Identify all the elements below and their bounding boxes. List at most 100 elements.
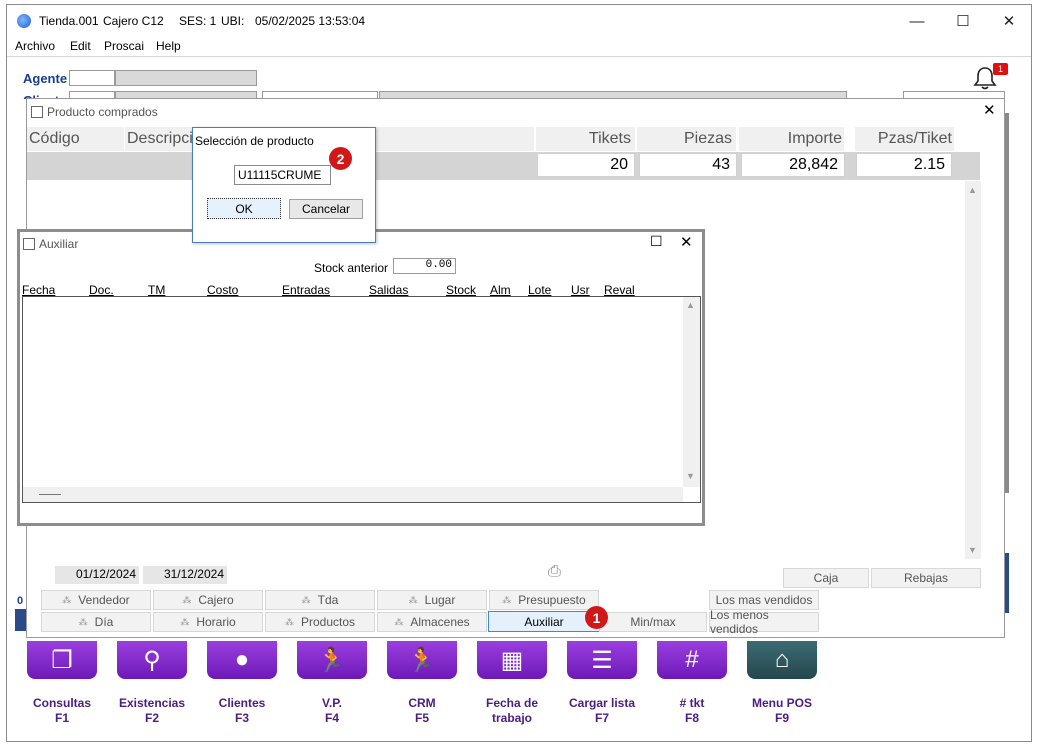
menu-archivo[interactable]: Archivo (15, 39, 55, 53)
minimize-button[interactable]: — (895, 9, 939, 33)
productos-close-button[interactable]: ✕ (983, 101, 996, 119)
stock-anterior-value: 0.00 (393, 258, 456, 274)
scroll-down-icon[interactable]: ▼ (686, 471, 695, 481)
col-header-piezas[interactable]: Piezas (637, 127, 737, 151)
cargar-lista-button[interactable]: ☰ (567, 641, 637, 679)
tab-los-menos-vendidos-label: Los menos vendidos (710, 608, 769, 636)
close-icon: ✕ (1002, 13, 1016, 30)
tab-rebajas-label: Rebajas (903, 571, 949, 585)
location-label: UBI: (221, 14, 245, 28)
tab-rebajas[interactable]: Rebajas (871, 568, 981, 588)
aux-col-alm[interactable]: Alm (490, 283, 511, 297)
tab-dia[interactable]: ⁂ Día (41, 612, 151, 632)
clientes-icon: ● (234, 646, 250, 673)
date-from-field[interactable]: 01/12/2024 (55, 566, 139, 584)
auxiliar-hscrollbar[interactable] (23, 487, 683, 502)
existencias-label: Existencias F2 (107, 696, 197, 726)
aux-col-fecha[interactable]: Fecha (22, 283, 55, 297)
existencias-button[interactable]: ⚲ (117, 641, 187, 679)
auxiliar-scrollbar[interactable]: ▲ ▼ (683, 297, 700, 487)
vp-key: F4 (324, 711, 339, 725)
vp-button[interactable]: 🏃 (297, 641, 367, 679)
hscroll-thumb[interactable] (39, 494, 61, 495)
tab-vendedor[interactable]: ⁂ Vendedor (41, 590, 151, 610)
scroll-up-icon[interactable]: ▲ (686, 300, 695, 310)
col-header-codigo[interactable]: Código (27, 127, 125, 151)
consultas-key: F1 (54, 711, 69, 725)
print-icon[interactable]: ⎙ (548, 563, 561, 581)
tab-caja-label: Caja (813, 571, 839, 585)
tkt-button[interactable]: # (657, 641, 727, 679)
agent-code-field[interactable] (69, 70, 115, 86)
aux-col-entradas[interactable]: Entradas (282, 283, 330, 297)
tab-almacenes[interactable]: ⁂ Almacenes (377, 612, 487, 632)
col-header-pzas-tiket[interactable]: Pzas/Tiket (855, 127, 955, 151)
menu-help[interactable]: Help (156, 39, 181, 53)
tab-presupuesto[interactable]: ⁂ Presupuesto (489, 590, 599, 610)
cargar-lista-label: Cargar lista F7 (557, 696, 647, 726)
aux-col-tm[interactable]: TM (148, 283, 165, 297)
tab-icon: ⁂ (408, 594, 418, 605)
cancel-button[interactable]: Cancelar (289, 199, 363, 219)
menu-edit[interactable]: Edit (70, 39, 91, 53)
col-header-tikets[interactable]: Tikets (536, 127, 636, 151)
tab-caja[interactable]: Caja (783, 568, 869, 588)
aux-col-usr[interactable]: Usr (571, 283, 590, 297)
tab-los-mas-vendidos[interactable]: Los mas vendidos (709, 590, 819, 610)
tab-min-max-label: Min/max (630, 615, 676, 629)
menu-pos-key: F9 (774, 711, 789, 725)
tab-auxiliar[interactable]: Auxiliar (488, 611, 600, 632)
home-icon: ⌂ (774, 646, 790, 673)
clientes-button[interactable]: ● (207, 641, 277, 679)
crm-button[interactable]: 🏃 (387, 641, 457, 679)
tab-almacenes-label: Almacenes (410, 615, 470, 629)
notification-badge: 1 (993, 63, 1008, 75)
aux-col-costo[interactable]: Costo (207, 283, 238, 297)
scroll-down-icon[interactable]: ▼ (968, 545, 977, 555)
tab-icon: ⁂ (394, 616, 403, 627)
total-piezas: 43 (639, 153, 737, 177)
aux-col-reval[interactable]: Reval (604, 283, 635, 297)
close-button[interactable]: ✕ (987, 9, 1031, 33)
product-code-input[interactable]: U11115CRUME (234, 165, 331, 185)
seleccion-producto-dialog: Selección de producto U11115CRUME OK Can… (192, 127, 376, 243)
ok-button[interactable]: OK (207, 198, 281, 219)
crm-label: CRM F5 (377, 696, 467, 726)
aux-col-salidas[interactable]: Salidas (369, 283, 408, 297)
clientes-key: F3 (234, 711, 249, 725)
consultas-label: Consultas F1 (17, 696, 107, 726)
menu-pos-button[interactable]: ⌂ (747, 641, 817, 679)
tab-min-max[interactable]: Min/max (599, 612, 707, 632)
col-header-importe[interactable]: Importe (739, 127, 845, 151)
aux-col-stock[interactable]: Stock (446, 283, 476, 297)
tab-icon: ⁂ (180, 616, 189, 627)
scroll-up-icon[interactable]: ▲ (968, 185, 977, 195)
aux-col-lote[interactable]: Lote (528, 283, 551, 297)
date-to-field[interactable]: 31/12/2024 (143, 566, 227, 584)
tab-icon: ⁂ (301, 594, 311, 605)
app-logo-icon (17, 14, 31, 28)
tab-cajero[interactable]: ⁂ Cajero (153, 590, 263, 610)
fecha-trabajo-button[interactable]: ▦ (477, 641, 547, 679)
tab-lugar[interactable]: ⁂ Lugar (377, 590, 487, 610)
aux-col-doc[interactable]: Doc. (89, 283, 114, 297)
tab-los-mas-vendidos-label: Los mas vendidos (715, 593, 813, 607)
tab-horario[interactable]: ⁂ Horario (153, 612, 263, 632)
menu-bar: Archivo Edit Proscai Help (7, 37, 1031, 57)
consultas-icon: ❐ (51, 646, 73, 674)
maximize-button[interactable]: ☐ (941, 9, 985, 33)
menu-proscai[interactable]: Proscai (104, 39, 144, 53)
cargar-lista-text: Cargar lista (568, 696, 636, 710)
tab-los-menos-vendidos[interactable]: Los menos vendidos (709, 608, 819, 636)
session-label: SES: 1 (179, 14, 217, 28)
auxiliar-window: Auxiliar ☐ ✕ Stock anterior 0.00 Fecha D… (17, 229, 705, 526)
tab-productos[interactable]: ⁂ Productos (265, 612, 375, 632)
auxiliar-maximize-button[interactable]: ☐ (650, 233, 663, 250)
minimize-icon: — (909, 12, 925, 30)
tab-tda[interactable]: ⁂ Tda (265, 590, 375, 610)
consultas-button[interactable]: ❐ (27, 641, 97, 679)
clientes-label: Clientes F3 (197, 696, 287, 726)
auxiliar-close-button[interactable]: ✕ (680, 233, 693, 251)
auxiliar-grid[interactable]: ▲ ▼ (22, 296, 701, 503)
productos-scrollbar[interactable]: ▲ ▼ (965, 181, 981, 559)
